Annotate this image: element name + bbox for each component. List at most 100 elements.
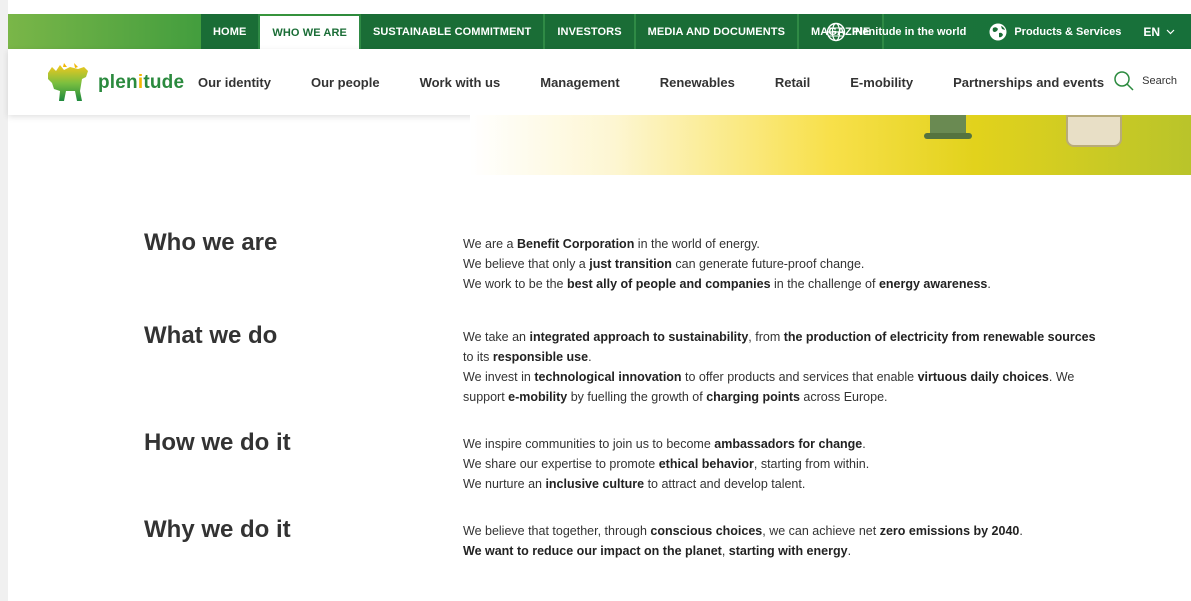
bold-phrase: integrated approach to sustainability [529, 330, 749, 344]
text-phrase: We believe that only a [463, 257, 590, 271]
section-text: We take an integrated approach to sustai… [463, 327, 1103, 407]
text-line: to its responsible use. [463, 347, 1103, 367]
hero-banner-image [470, 115, 1191, 175]
text-phrase: to offer products and services that enab… [681, 370, 918, 384]
products-services-label: Products & Services [1014, 25, 1122, 38]
charging-post-graphic [924, 115, 972, 139]
language-selector[interactable]: EN [1143, 25, 1175, 39]
dog-logo-icon [48, 63, 88, 101]
section-title: Who we are [144, 229, 278, 256]
text-phrase: We share our expertise to promote [463, 457, 659, 471]
text-phrase: . We [1048, 370, 1075, 384]
bold-phrase: charging points [706, 390, 800, 404]
bold-phrase: responsible use [492, 350, 589, 364]
bold-phrase: energy awareness [878, 277, 988, 291]
section-text: We are a Benefit Corporation in the worl… [463, 234, 1103, 294]
plenitude-logo[interactable]: plenitude [44, 61, 184, 105]
text-phrase: , from [748, 330, 784, 344]
bold-phrase: starting with energy [728, 544, 848, 558]
text-phrase: , we can achieve net [762, 524, 880, 538]
globe-arrows-icon [989, 23, 1007, 40]
bold-phrase: ambassadors for change [714, 437, 863, 451]
top-nav: HOME WHO WE ARE SUSTAINABLE COMMITMENT I… [201, 14, 885, 49]
bold-phrase: zero emissions by 2040 [879, 524, 1020, 538]
logo-wordmark: plenitude [98, 72, 185, 93]
text-phrase: to its [463, 350, 493, 364]
text-phrase: in the world of energy. [634, 237, 760, 251]
search-label: Search [1142, 75, 1177, 87]
bold-phrase: ethical behavior [658, 457, 754, 471]
menu-item-e-mobility[interactable]: E-mobility [850, 75, 913, 90]
text-line: We believe that together, through consci… [463, 521, 1103, 541]
chevron-down-icon [1166, 29, 1175, 34]
text-line: We believe that only a just transition c… [463, 254, 1103, 274]
bold-phrase: best ally of people and companies [567, 277, 771, 291]
text-phrase: in the challenge of [770, 277, 879, 291]
globe-icon [826, 22, 846, 41]
text-phrase: We are a [463, 237, 517, 251]
language-label: EN [1143, 24, 1160, 39]
bold-phrase: technological innovation [534, 370, 682, 384]
text-line: We are a Benefit Corporation in the worl… [463, 234, 1103, 254]
text-phrase: . [847, 544, 852, 558]
top-bar: HOME WHO WE ARE SUSTAINABLE COMMITMENT I… [8, 14, 1191, 49]
text-phrase: We believe that together, through [463, 524, 651, 538]
menu-item-management[interactable]: Management [540, 75, 619, 90]
plenitude-world-label: Plenitude in the world [852, 25, 967, 38]
text-phrase: . [588, 350, 592, 364]
bold-phrase: inclusive culture [545, 477, 645, 491]
charger-graphic [1066, 115, 1122, 147]
text-line: We inspire communities to join us to bec… [463, 434, 1103, 454]
top-right-links: Plenitude in the world Products & Servic… [826, 14, 1175, 49]
text-phrase: support [463, 390, 509, 404]
tab-home[interactable]: HOME [201, 14, 261, 49]
section-title: What we do [144, 322, 278, 349]
text-phrase: by fuelling the growth of [567, 390, 707, 404]
section-title: Why we do it [144, 516, 291, 543]
text-line: We take an integrated approach to sustai… [463, 327, 1103, 347]
products-services-link[interactable]: Products & Services [988, 22, 1121, 42]
text-line: We work to be the best ally of people an… [463, 274, 1103, 294]
search-button[interactable]: Search [1113, 70, 1177, 92]
text-line: We nurture an inclusive culture to attra… [463, 474, 1103, 494]
section-text: We inspire communities to join us to bec… [463, 434, 1103, 494]
text-line: support e-mobility by fuelling the growt… [463, 387, 1103, 407]
bold-phrase: Benefit Corporation [516, 237, 635, 251]
text-phrase: across Europe. [799, 390, 888, 404]
main-nav: plenitude Our identity Our people Work w… [8, 49, 1191, 115]
menu-item-renewables[interactable]: Renewables [660, 75, 735, 90]
section-text: We believe that together, through consci… [463, 521, 1103, 561]
text-phrase: . [1019, 524, 1023, 538]
text-phrase: , starting from within. [753, 457, 870, 471]
tab-investors[interactable]: INVESTORS [545, 14, 636, 49]
left-edge [0, 0, 8, 601]
text-line: We invest in technological innovation to… [463, 367, 1103, 387]
text-phrase: We nurture an [463, 477, 546, 491]
tab-media-and-documents[interactable]: MEDIA AND DOCUMENTS [635, 14, 800, 49]
tab-sustainable-commitment[interactable]: SUSTAINABLE COMMITMENT [360, 14, 546, 49]
menu-item-work-with-us[interactable]: Work with us [420, 75, 501, 90]
bold-phrase: the production of electricity from renew… [783, 330, 1096, 344]
menu-item-our-identity[interactable]: Our identity [198, 75, 271, 90]
text-phrase: to attract and develop talent. [644, 477, 806, 491]
menu-item-retail[interactable]: Retail [775, 75, 810, 90]
text-phrase: . [862, 437, 866, 451]
tab-who-we-are[interactable]: WHO WE ARE [260, 16, 361, 49]
bold-phrase: e-mobility [508, 390, 568, 404]
menu-item-our-people[interactable]: Our people [311, 75, 380, 90]
bold-phrase: We want to reduce our impact on the plan… [463, 544, 722, 558]
text-phrase: We take an [463, 330, 530, 344]
text-phrase: We inspire communities to join us to bec… [463, 437, 715, 451]
plenitude-world-link[interactable]: Plenitude in the world [826, 22, 966, 42]
text-phrase: . [987, 277, 991, 291]
section-title: How we do it [144, 429, 291, 456]
text-phrase: can generate future-proof change. [671, 257, 865, 271]
text-phrase: We invest in [463, 370, 535, 384]
bold-phrase: conscious choices [650, 524, 763, 538]
menu-item-partnerships-and-events[interactable]: Partnerships and events [953, 75, 1104, 90]
search-icon [1114, 71, 1134, 91]
bold-phrase: virtuous daily choices [917, 370, 1049, 384]
bold-phrase: just transition [589, 257, 672, 271]
text-phrase: , [721, 544, 729, 558]
text-line: We want to reduce our impact on the plan… [463, 541, 1103, 561]
